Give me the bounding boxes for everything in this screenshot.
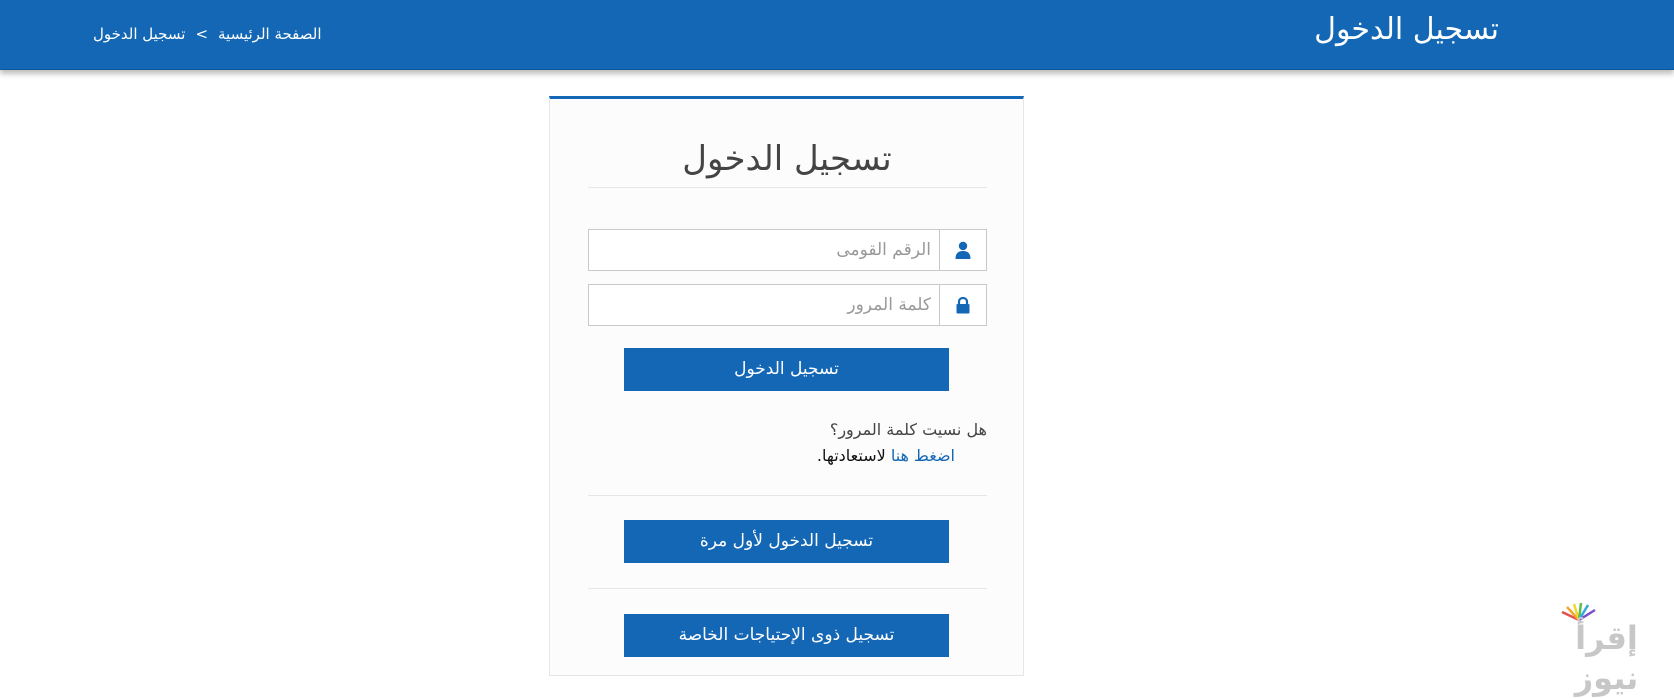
watermark-logo: إقرأ نيوز xyxy=(1544,602,1669,697)
user-icon xyxy=(939,230,986,270)
login-button[interactable]: تسجيل الدخول xyxy=(624,348,949,391)
breadcrumb-separator: > xyxy=(195,25,209,43)
lock-icon xyxy=(939,285,986,325)
watermark-text: إقرأ نيوز xyxy=(1574,619,1639,697)
breadcrumb: الصفحة الرئيسية > تسجيل الدخول xyxy=(93,22,322,46)
forgot-password-section: هل نسيت كلمة المرور؟ اضغط هنا لاستعادتها… xyxy=(588,417,987,469)
forgot-password-link[interactable]: اضغط هنا xyxy=(891,446,955,465)
title-divider xyxy=(588,187,987,188)
national-id-input[interactable] xyxy=(589,230,939,270)
login-card: تسجيل الدخول تسجيل الدخول هل نسيت كلمة ا… xyxy=(549,96,1024,676)
breadcrumb-current: تسجيل الدخول xyxy=(93,25,186,43)
header-bar: تسجيل الدخول الصفحة الرئيسية > تسجيل الد… xyxy=(0,0,1674,70)
forgot-password-suffix: لاستعادتها. xyxy=(816,446,886,465)
password-input[interactable] xyxy=(589,285,939,325)
national-id-group xyxy=(588,229,987,271)
forgot-password-line: اضغط هنا لاستعادتها. xyxy=(588,443,987,469)
password-group xyxy=(588,284,987,326)
login-card-title: تسجيل الدخول xyxy=(682,139,892,179)
forgot-password-question: هل نسيت كلمة المرور؟ xyxy=(829,420,987,439)
first-time-login-button[interactable]: تسجيل الدخول لأول مرة xyxy=(624,520,949,563)
breadcrumb-home-link[interactable]: الصفحة الرئيسية xyxy=(218,22,322,46)
section-divider-1 xyxy=(588,495,987,496)
special-needs-register-button[interactable]: تسجيل ذوى الإحتياجات الخاصة xyxy=(624,614,949,657)
page-title: تسجيل الدخول xyxy=(1314,12,1499,47)
section-divider-2 xyxy=(588,588,987,589)
